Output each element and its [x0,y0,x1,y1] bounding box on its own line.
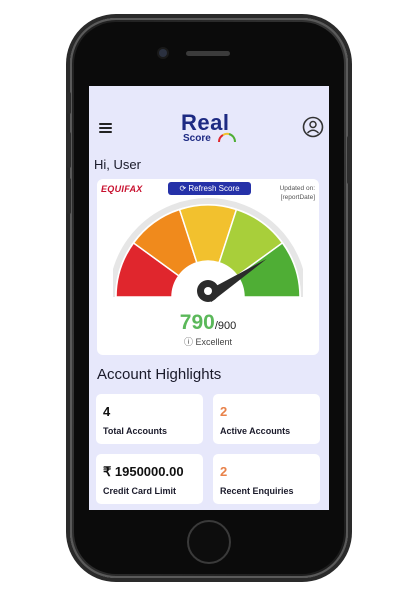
score-value: 790 [179,311,215,334]
active-accounts-tile[interactable]: 2 Active Accounts [213,394,320,444]
greeting-text: Hi, User [94,157,141,172]
info-icon: ⓘ [183,337,193,347]
phone-volume-up-button [67,132,71,168]
logo-score-text: Score [183,133,211,144]
total-accounts-tile[interactable]: 4 Total Accounts [96,394,203,444]
profile-icon[interactable] [302,116,324,138]
refresh-score-button[interactable]: ⟳ Refresh Score [168,182,251,195]
recent-enquiries-tile[interactable]: 2 Recent Enquiries [213,454,320,504]
app-logo: Real Score [181,110,241,144]
phone-power-button [347,136,351,184]
tile-value: ₹ 1950000.00 [103,464,184,479]
hamburger-menu-icon[interactable] [99,123,112,133]
score-display: 790/900 [97,311,319,335]
bureau-logo: EQUIFAX [101,184,143,194]
earpiece-speaker [186,51,230,56]
updated-label: Updated on: [279,185,315,192]
home-button[interactable] [187,520,231,564]
credit-card-limit-tile[interactable]: ₹ 1950000.00 Credit Card Limit [96,454,203,504]
phone-side-button [67,92,71,114]
refresh-icon: ⟳ [179,184,187,193]
front-camera [159,49,167,57]
tile-label: Recent Enquiries [220,486,294,496]
tile-label: Active Accounts [220,426,291,436]
score-rating: ⓘ Excellent [97,335,319,348]
score-max: /900 [214,320,237,332]
phone-volume-down-button [67,178,71,214]
tile-label: Total Accounts [103,426,168,436]
tile-value: 4 [103,404,111,419]
score-gauge [113,198,303,303]
refresh-score-label: Refresh Score [188,184,240,193]
tile-value: 2 [220,464,228,479]
app-screen: Real Score Hi, User EQUIFAX ⟳ Refresh Sc… [89,86,329,510]
gauge-pivot-center [204,287,212,295]
credit-score-card: EQUIFAX ⟳ Refresh Score Updated on: [rep… [97,179,319,355]
account-highlights-title: Account Highlights [97,366,222,383]
tile-label: Credit Card Limit [103,486,177,496]
tile-value: 2 [220,404,228,419]
rating-label: Excellent [195,337,233,347]
logo-arc-icon [217,132,236,143]
